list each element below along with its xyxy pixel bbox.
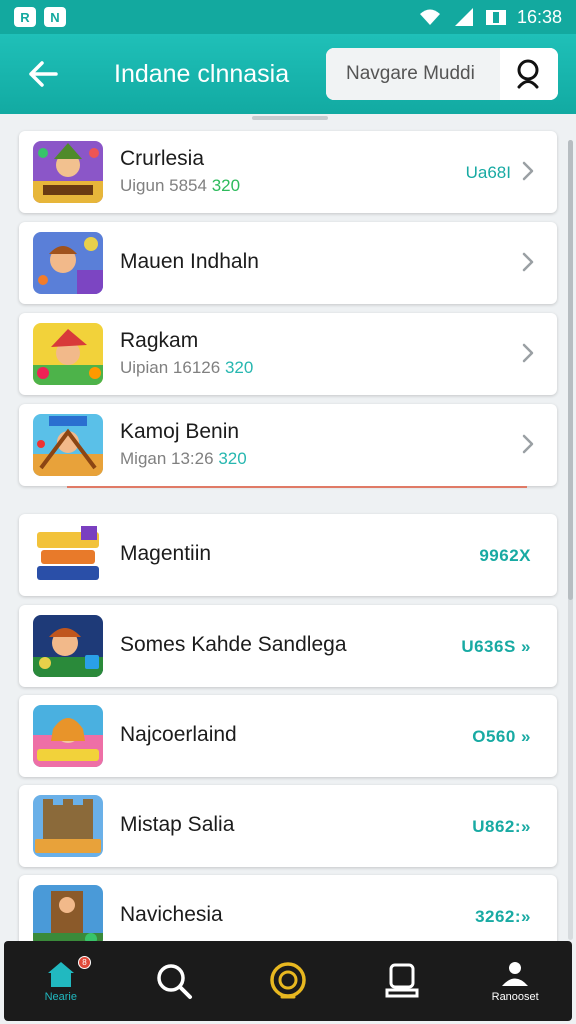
user-icon bbox=[502, 962, 529, 986]
game-icon-pirate bbox=[33, 323, 103, 385]
home-icon bbox=[47, 962, 74, 987]
bottom-nav: 8 Nearie Ranooset bbox=[4, 941, 572, 1021]
game-value: 3262:» bbox=[475, 907, 531, 926]
profile-card-icon bbox=[385, 963, 419, 998]
list-item[interactable]: Ragkam Uipian 16126 320 bbox=[19, 313, 557, 395]
list-item[interactable]: Somes Kahde Sandlega U636S » bbox=[19, 605, 557, 687]
nav-item-search[interactable] bbox=[118, 941, 232, 1021]
chevron-right-icon bbox=[521, 342, 535, 369]
status-app-badge: R bbox=[14, 7, 36, 27]
game-title: Mistap Salia bbox=[120, 813, 235, 836]
status-time: 16:38 bbox=[516, 6, 562, 27]
list-item[interactable]: Mistap Salia U862:» bbox=[19, 785, 557, 867]
nav-item-home[interactable]: 8 Nearie bbox=[4, 941, 118, 1021]
nav-label: Nearie bbox=[44, 991, 77, 1003]
game-value: U862:» bbox=[472, 817, 531, 836]
app-bar: Indane clnnasia bbox=[0, 34, 576, 114]
drag-handle[interactable] bbox=[252, 116, 328, 120]
chevron-right-icon bbox=[521, 251, 535, 278]
wifi-icon bbox=[417, 7, 443, 27]
status-bar: R N 16:38 bbox=[0, 0, 576, 34]
game-subtitle: Migan 13:26 320 bbox=[120, 449, 247, 468]
search-input[interactable] bbox=[326, 48, 500, 100]
search-icon bbox=[517, 59, 539, 89]
list-item[interactable]: Magentiin 9962X bbox=[19, 514, 557, 596]
game-value: Ua68I bbox=[465, 163, 511, 182]
game-icon-tower bbox=[33, 885, 103, 947]
list-item[interactable]: Kamoj Benin Migan 13:26 320 bbox=[19, 404, 557, 488]
page-title: Indane clnnasia bbox=[114, 59, 290, 88]
game-title: Kamoj Benin bbox=[120, 420, 240, 443]
game-subtitle: Uigun 5854 320 bbox=[120, 176, 241, 195]
back-button[interactable] bbox=[18, 49, 68, 99]
game-icon-logo bbox=[33, 524, 103, 586]
game-title: Ragkam bbox=[120, 329, 199, 352]
game-title: Crurlesia bbox=[120, 147, 205, 170]
game-value: 9962X bbox=[479, 546, 531, 565]
list-item[interactable]: Crurlesia Uigun 5854 320 Ua68I bbox=[19, 131, 557, 213]
game-icon-castle bbox=[33, 795, 103, 857]
chevron-right-icon bbox=[521, 433, 535, 460]
nav-item-profile-card[interactable] bbox=[345, 941, 459, 1021]
coin-icon bbox=[270, 962, 306, 999]
back-arrow-icon bbox=[29, 61, 58, 87]
search-box bbox=[326, 48, 558, 100]
game-icon-adventure bbox=[33, 414, 103, 476]
accent-divider bbox=[67, 486, 527, 488]
signal-icon bbox=[453, 7, 475, 27]
notification-badge: 8 bbox=[78, 956, 91, 969]
search-icon bbox=[157, 964, 193, 999]
game-icon-hero bbox=[33, 232, 103, 294]
game-subtitle: Uipian 16126 320 bbox=[120, 358, 254, 377]
search-button[interactable] bbox=[500, 48, 558, 100]
game-value: U636S » bbox=[461, 637, 531, 656]
scrollbar-thumb[interactable] bbox=[568, 140, 573, 600]
nav-item-account[interactable]: Ranooset bbox=[458, 941, 572, 1021]
game-title: Mauen Indhaln bbox=[120, 250, 259, 273]
game-title: Magentiin bbox=[120, 542, 212, 565]
nav-item-coins[interactable] bbox=[231, 941, 345, 1021]
status-app-badge: N bbox=[44, 7, 66, 27]
game-icon-girl bbox=[33, 705, 103, 767]
game-title: Najcoerlaind bbox=[120, 723, 237, 746]
battery-icon bbox=[485, 8, 507, 26]
game-icon-knight bbox=[33, 615, 103, 677]
game-value: O560 » bbox=[472, 727, 531, 746]
game-icon-warrior bbox=[33, 141, 103, 203]
list-item[interactable]: Najcoerlaind O560 » bbox=[19, 695, 557, 777]
nav-label: Ranooset bbox=[491, 991, 539, 1003]
game-title: Navichesia bbox=[120, 903, 223, 926]
list-item[interactable]: Mauen Indhaln bbox=[19, 222, 557, 304]
chevron-right-icon bbox=[521, 160, 535, 187]
game-title: Somes Kahde Sandlega bbox=[120, 633, 347, 656]
